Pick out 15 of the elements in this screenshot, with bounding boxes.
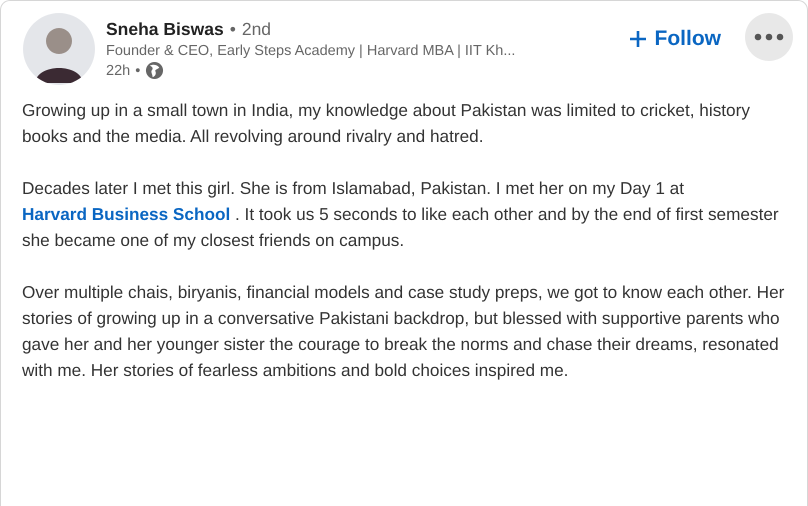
- separator-dot: •: [135, 62, 140, 78]
- post-paragraph: Over multiple chais, biryanis, financial models and case study preps, we got to know each other. Her stories of growing up in a conversative Pakistani backdrop, but blessed with supportive parents who gave her and her younger sister the courage to break the norms and chase their dreams, resonated with me. Her stories of fearless ambitions and bold choices inspired me.: [22, 281, 786, 382]
- post-paragraph: Decades later I met this girl. She is from Islamabad, Pakistan. I met her on my Day 1 at Harvard Business School . It took us 5 seconds to like each other and by the end of first semester she became one of my closest friends on campus.: [22, 177, 780, 252]
- more-options-button[interactable]: [745, 13, 793, 61]
- globe-icon: [145, 61, 164, 80]
- author-headline: Founder & CEO, Early Steps Academy | Harvard MBA | IIT Kh...: [106, 43, 516, 59]
- separator-dot: •: [230, 19, 236, 40]
- more-icon: [754, 33, 784, 41]
- author-name[interactable]: Sneha Biswas: [106, 19, 224, 40]
- post-paragraph: Growing up in a small town in India, my knowledge about Pakistan was limited to cricket, history books and the media. All revolving around rivalry and hatred.: [22, 99, 751, 148]
- follow-button[interactable]: Follow: [622, 23, 727, 55]
- plus-icon: [628, 30, 646, 48]
- company-link[interactable]: Harvard Business School: [22, 204, 230, 224]
- post-time: 22h: [106, 62, 130, 78]
- connection-degree: 2nd: [242, 19, 272, 40]
